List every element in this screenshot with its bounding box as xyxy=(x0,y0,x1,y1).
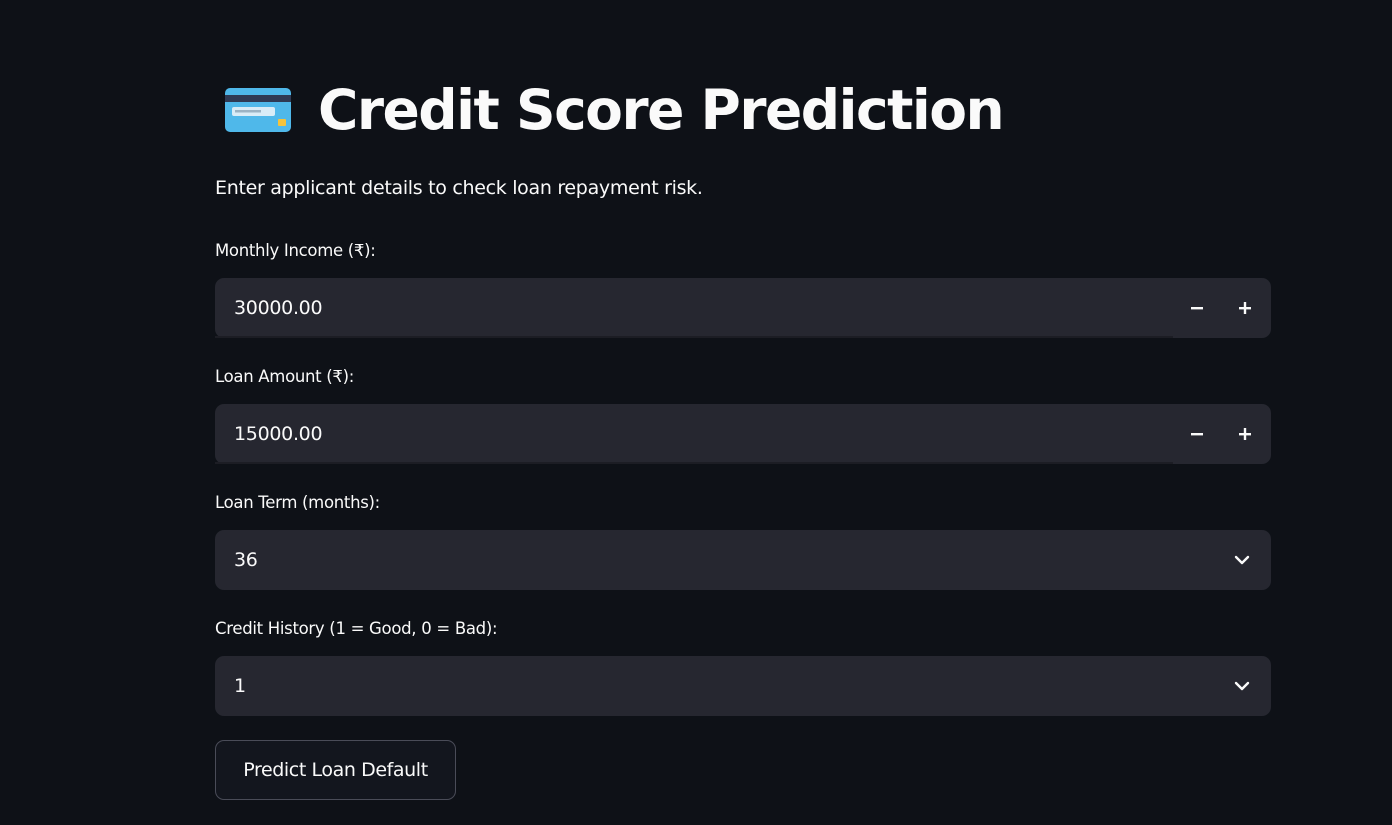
minus-icon xyxy=(1191,433,1203,436)
minus-icon xyxy=(1191,307,1203,310)
page-subtitle: Enter applicant details to check loan re… xyxy=(215,177,703,199)
loan-term-selected-value: 36 xyxy=(234,549,258,571)
credit-history-selected-value: 1 xyxy=(234,675,246,697)
page-title: Credit Score Prediction xyxy=(318,78,1005,142)
credit-history-select[interactable]: 1 xyxy=(215,656,1271,716)
loan-amount-decrement-button[interactable] xyxy=(1173,404,1221,464)
monthly-income-input[interactable]: 30000.00 xyxy=(234,278,323,338)
loan-term-select[interactable]: 36 xyxy=(215,530,1271,590)
loan-amount-input[interactable]: 15000.00 xyxy=(234,404,323,464)
loan-amount-field[interactable]: 15000.00 xyxy=(215,404,1271,464)
title-row: Credit Score Prediction xyxy=(225,72,1005,148)
input-divider xyxy=(215,336,1173,338)
monthly-income-label: Monthly Income (₹): xyxy=(215,241,376,260)
loan-amount-label: Loan Amount (₹): xyxy=(215,367,355,386)
credit-card-icon xyxy=(225,88,291,132)
chevron-down-icon xyxy=(1234,681,1250,691)
loan-term-label: Loan Term (months): xyxy=(215,493,380,512)
credit-history-label: Credit History (1 = Good, 0 = Bad): xyxy=(215,619,498,638)
chevron-down-icon xyxy=(1234,555,1250,565)
predict-loan-default-button[interactable]: Predict Loan Default xyxy=(215,740,456,800)
input-divider xyxy=(215,462,1173,464)
plus-icon xyxy=(1239,302,1251,314)
monthly-income-decrement-button[interactable] xyxy=(1173,278,1221,338)
monthly-income-field[interactable]: 30000.00 xyxy=(215,278,1271,338)
monthly-income-increment-button[interactable] xyxy=(1221,278,1269,338)
plus-icon xyxy=(1239,428,1251,440)
loan-amount-increment-button[interactable] xyxy=(1221,404,1269,464)
